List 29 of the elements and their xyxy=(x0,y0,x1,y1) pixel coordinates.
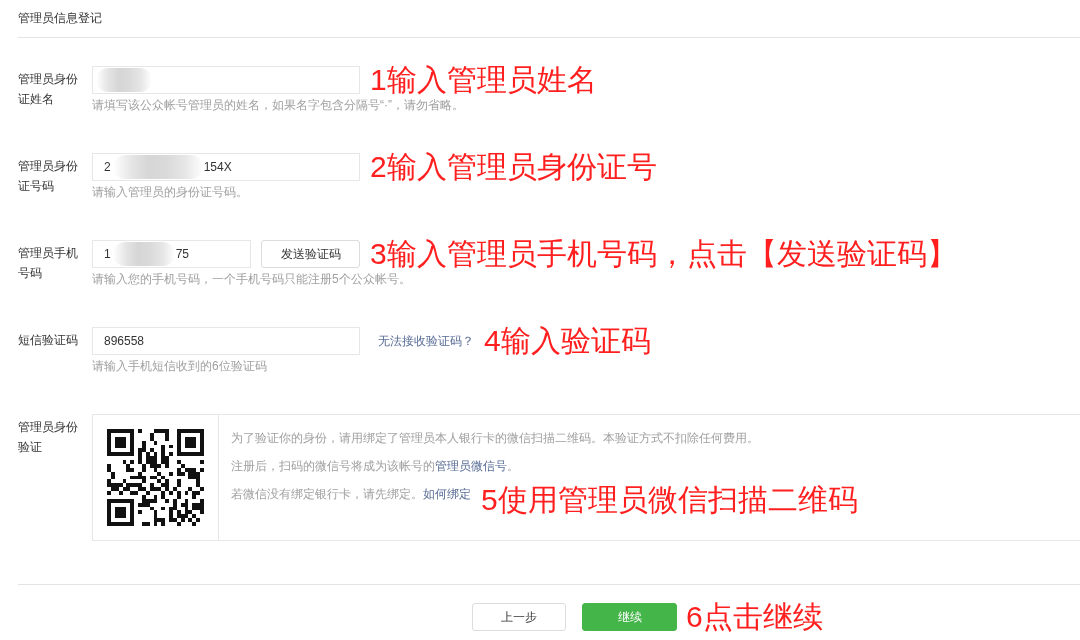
page-title: 管理员信息登记 xyxy=(18,10,102,27)
instruction-annotation: 5使用管理员微信扫描二维码 xyxy=(481,483,858,517)
input-field[interactable]: 2 154X xyxy=(92,153,360,181)
info-text: 为了验证你的身份，请用绑定了管理员本人银行卡的微信扫描二维码。本验证方式不扣除任何费用。 xyxy=(231,430,759,447)
back-button[interactable]: 上一步 xyxy=(472,603,566,631)
hint-text: 请输入手机短信收到的6位验证码 xyxy=(92,358,268,375)
instruction-annotation: 1输入管理员姓名 xyxy=(370,63,597,97)
inline-link[interactable]: 管理员微信号 xyxy=(435,459,507,473)
inline-link[interactable]: 如何绑定 xyxy=(423,487,471,501)
field-label: 管理员手机号码 xyxy=(18,245,79,282)
field-label: 管理员身份证姓名 xyxy=(18,71,79,108)
input-field[interactable]: 1 75 xyxy=(92,240,251,268)
qr-code-icon xyxy=(107,429,204,526)
info-text: 若微信没有绑定银行卡，请先绑定。如何绑定 xyxy=(231,486,471,503)
instruction-annotation: 4输入验证码 xyxy=(484,324,651,358)
field-label: 短信验证码 xyxy=(18,332,79,349)
cannot-receive-code-link[interactable]: 无法接收验证码？ xyxy=(378,332,474,350)
info-text: 注册后，扫码的微信号将成为该帐号的管理员微信号。 xyxy=(231,458,519,475)
hint-text: 请输入您的手机号码，一个手机号码只能注册5个公众帐号。 xyxy=(92,271,412,288)
hint-text: 请填写该公众帐号管理员的姓名，如果名字包含分隔号“·”，请勿省略。 xyxy=(92,97,465,114)
input-field[interactable]: 896558 xyxy=(92,327,360,355)
field-label: 管理员身份验证 xyxy=(18,419,79,456)
send-code-button[interactable]: 发送验证码 xyxy=(261,240,360,268)
input-field[interactable] xyxy=(92,66,360,94)
instruction-annotation: 2输入管理员身份证号 xyxy=(370,150,657,184)
instruction-annotation: 3输入管理员手机号码，点击【发送验证码】 xyxy=(370,237,957,271)
hint-text: 请输入管理员的身份证号码。 xyxy=(92,184,249,201)
field-label: 管理员身份证号码 xyxy=(18,158,79,195)
instruction-annotation: 6点击继续 xyxy=(686,600,823,634)
